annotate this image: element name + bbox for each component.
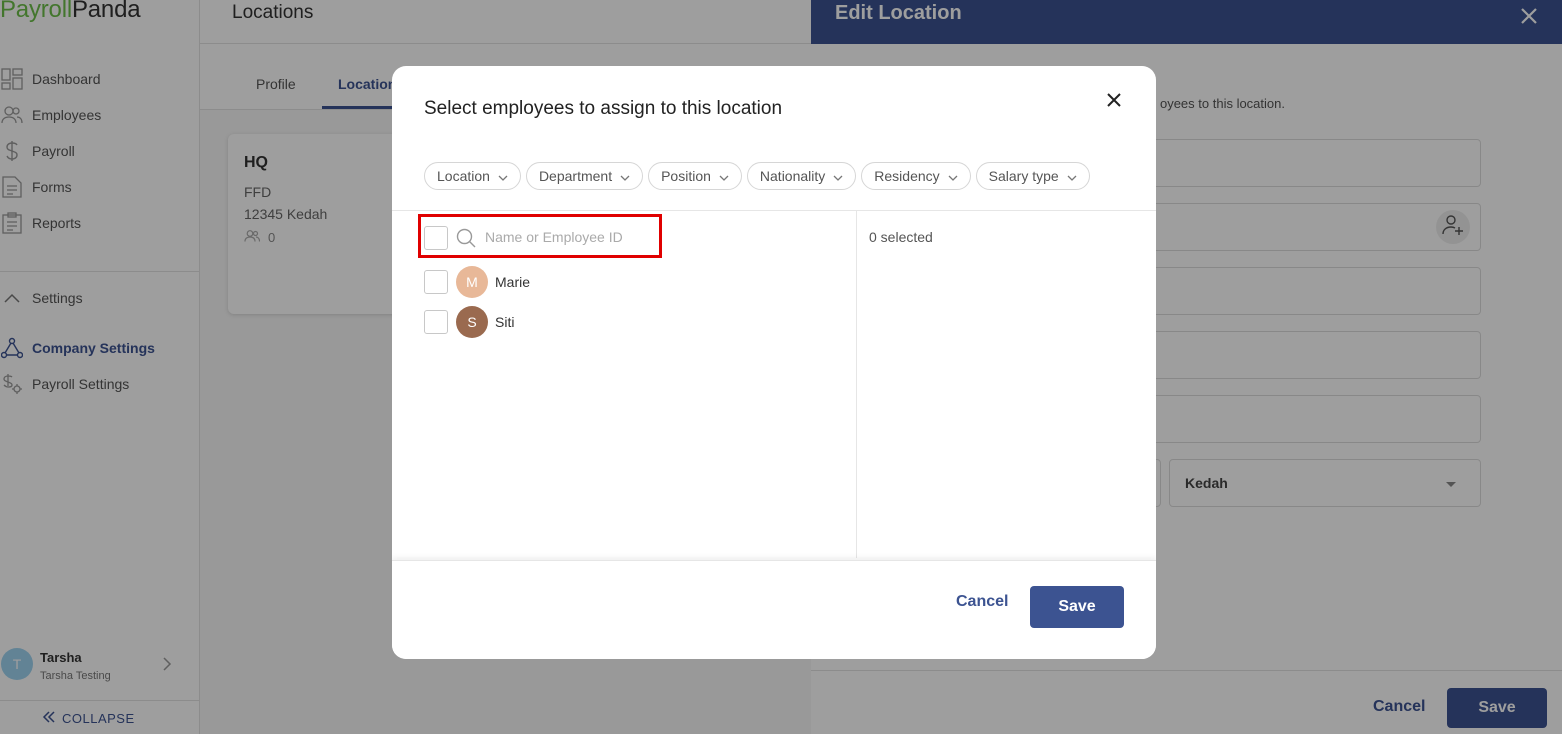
filter-label: Salary type xyxy=(988,168,1059,184)
chevron-down-icon xyxy=(948,168,958,184)
filter-bar: Location Department Position Nationality… xyxy=(424,162,1090,190)
modal-title: Select employees to assign to this locat… xyxy=(424,98,783,119)
select-all-checkbox[interactable] xyxy=(424,226,448,250)
close-icon[interactable] xyxy=(1102,88,1126,112)
filter-position[interactable]: Position xyxy=(648,162,742,190)
select-employees-modal: Select employees to assign to this locat… xyxy=(392,66,1156,659)
chevron-down-icon xyxy=(620,168,630,184)
chevron-down-icon xyxy=(719,168,729,184)
employee-checkbox[interactable] xyxy=(424,270,448,294)
search-input[interactable] xyxy=(485,226,655,248)
modal-save-button[interactable]: Save xyxy=(1030,586,1124,628)
employee-checkbox[interactable] xyxy=(424,310,448,334)
search-icon xyxy=(456,228,476,253)
filter-label: Nationality xyxy=(759,168,826,184)
filter-residency[interactable]: Residency xyxy=(861,162,971,190)
filter-label: Department xyxy=(538,168,613,184)
chevron-down-icon xyxy=(833,168,843,184)
avatar: M xyxy=(456,266,488,298)
filter-label: Residency xyxy=(874,168,940,184)
modal-body-divider xyxy=(392,210,1156,211)
filter-department[interactable]: Department xyxy=(525,162,644,190)
employee-name: Siti xyxy=(495,314,515,330)
column-divider xyxy=(856,211,857,558)
filter-location[interactable]: Location xyxy=(424,162,521,190)
employee-name: Marie xyxy=(495,274,531,290)
modal-cancel-button[interactable]: Cancel xyxy=(956,593,1008,611)
filter-label: Location xyxy=(437,168,490,184)
filter-salary-type[interactable]: Salary type xyxy=(975,162,1090,190)
chevron-down-icon xyxy=(1067,168,1077,184)
chevron-down-icon xyxy=(498,168,508,184)
avatar: S xyxy=(456,306,488,338)
filter-label: Position xyxy=(661,168,711,184)
modal-footer: Cancel Save xyxy=(392,560,1156,659)
selected-count: 0 selected xyxy=(869,229,933,245)
filter-nationality[interactable]: Nationality xyxy=(746,162,857,190)
